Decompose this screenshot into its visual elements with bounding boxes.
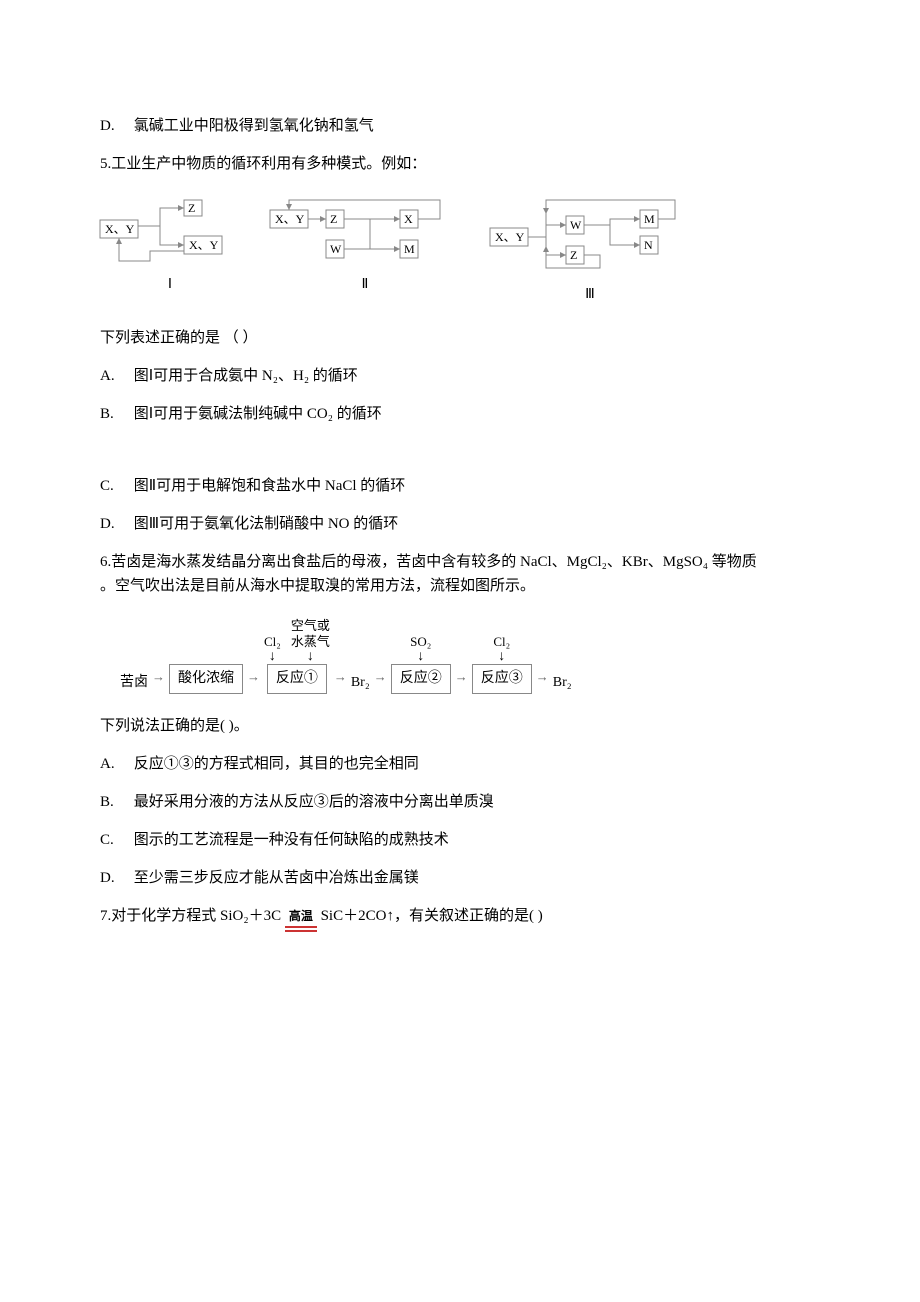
flow-in2: SO₂ <box>410 634 431 650</box>
arrow-right-icon: → <box>455 667 468 694</box>
q5-option-b: B. 图Ⅰ可用于氨碱法制纯碱中 CO₂ 的循环 <box>100 402 860 426</box>
box-xy: X、Y <box>105 222 135 236</box>
option-text: 图Ⅱ可用于电解饱和食盐水中 NaCl 的循环 <box>134 478 406 494</box>
q4-option-d: D. 氯碱工业中阳极得到氢氧化钠和氢气 <box>100 114 860 138</box>
q6-stem-2: 。空气吹出法是目前从海水中提取溴的常用方法，流程如图所示。 <box>100 578 535 594</box>
diagram-1: X、Y Z X、Y Ⅰ <box>100 196 240 296</box>
option-label: D. <box>100 866 130 890</box>
option-label: D. <box>100 114 130 138</box>
diagram-3: X、Y W Z M N <box>490 196 690 306</box>
q5-diagram: X、Y Z X、Y Ⅰ X、Y Z W <box>100 196 860 306</box>
flow-start: 苦卤 <box>120 672 148 694</box>
q6-flow-diagram: 苦卤 → 酸化浓缩 → Cl₂ ↓ 空气或 水蒸气 ↓ 反应① → Br₂ → … <box>100 618 860 694</box>
q6-option-b: B. 最好采用分液的方法从反应③后的溶液中分离出单质溴 <box>100 790 860 814</box>
q6-stem-1: 6.苦卤是海水蒸发结晶分离出食盐后的母液，苦卤中含有较多的 NaCl、MgCl₂… <box>100 554 757 570</box>
flow-step2: 反应① <box>267 664 327 694</box>
box-z: Z <box>188 201 195 215</box>
arrow-right-icon: → <box>334 667 347 694</box>
option-label: D. <box>100 512 130 536</box>
flow-mid1: Br₂ <box>351 672 370 694</box>
option-text: 图Ⅲ可用于氨氧化法制硝酸中 NO 的循环 <box>134 516 399 532</box>
option-label: A. <box>100 752 130 776</box>
flow-step1: 酸化浓缩 <box>169 664 243 694</box>
q7-stem: 7.对于化学方程式 SiO₂＋3C 高温 SiC＋2CO↑，有关叙述正确的是( … <box>100 904 860 928</box>
option-text: 最好采用分液的方法从反应③后的溶液中分离出单质溴 <box>134 794 494 810</box>
q5-option-d: D. 图Ⅲ可用于氨氧化法制硝酸中 NO 的循环 <box>100 512 860 536</box>
q7-stem-pre: 7.对于化学方程式 SiO₂＋3C <box>100 908 281 924</box>
q6-option-d: D. 至少需三步反应才能从苦卤中冶炼出金属镁 <box>100 866 860 890</box>
box-z: Z <box>330 212 337 226</box>
flow-step3: 反应② <box>391 664 451 694</box>
option-label: B. <box>100 790 130 814</box>
box-z: Z <box>570 248 577 262</box>
option-label: A. <box>100 364 130 388</box>
q7-stem-post: SiC＋2CO↑，有关叙述正确的是( ) <box>321 908 543 924</box>
diagram-3-label: Ⅲ <box>585 284 595 306</box>
option-text: 图示的工艺流程是一种没有任何缺陷的成熟技术 <box>134 832 449 848</box>
box-xy: X、Y <box>275 212 305 226</box>
box-m: M <box>644 212 655 226</box>
box-xy2: X、Y <box>189 238 219 252</box>
flow-step4: 反应③ <box>472 664 532 694</box>
q6-option-c: C. 图示的工艺流程是一种没有任何缺陷的成熟技术 <box>100 828 860 852</box>
arrow-down-icon: ↓ <box>307 650 314 664</box>
arrow-down-icon: ↓ <box>417 650 424 664</box>
option-label: C. <box>100 474 130 498</box>
arrow-down-icon: ↓ <box>269 650 276 664</box>
box-x: X <box>404 212 413 226</box>
option-label: B. <box>100 402 130 426</box>
flow-end: Br₂ <box>553 672 572 694</box>
flow-in1b-1: 空气或 <box>291 618 330 634</box>
arrow-right-icon: → <box>247 667 260 694</box>
option-text: 至少需三步反应才能从苦卤中冶炼出金属镁 <box>134 870 419 886</box>
arrow-right-icon: → <box>374 667 387 694</box>
flow-in1b-2: 水蒸气 <box>291 634 330 650</box>
q6-stem: 6.苦卤是海水蒸发结晶分离出食盐后的母液，苦卤中含有较多的 NaCl、MgCl₂… <box>100 550 860 598</box>
q5-option-a: A. 图Ⅰ可用于合成氨中 N₂、H₂ 的循环 <box>100 364 860 388</box>
option-text: 图Ⅰ可用于氨碱法制纯碱中 CO₂ 的循环 <box>134 406 382 422</box>
box-xy: X、Y <box>495 230 525 244</box>
option-text: 反应①③的方程式相同，其目的也完全相同 <box>134 756 419 772</box>
box-w: W <box>330 242 342 256</box>
arrow-down-icon: ↓ <box>498 650 505 664</box>
diagram-2-label: Ⅱ <box>362 274 369 296</box>
option-text: 氯碱工业中阳极得到氢氧化钠和氢气 <box>134 118 374 134</box>
diagram-1-label: Ⅰ <box>168 274 172 296</box>
option-text: 图Ⅰ可用于合成氨中 N₂、H₂ 的循环 <box>134 368 358 384</box>
arrow-right-icon: → <box>152 667 165 694</box>
diagram-2: X、Y Z W X M Ⅱ <box>270 196 460 296</box>
q5-prompt: 下列表述正确的是 （ ） <box>100 326 860 350</box>
reaction-condition: 高温 <box>285 907 317 926</box>
arrow-right-icon: → <box>536 667 549 694</box>
q5-stem: 5.工业生产中物质的循环利用有多种模式。例如： <box>100 152 860 176</box>
box-n: N <box>644 238 653 252</box>
box-w: W <box>570 218 582 232</box>
flow-in3: Cl₂ <box>493 634 510 650</box>
box-m: M <box>404 242 415 256</box>
q6-prompt: 下列说法正确的是( )。 <box>100 714 860 738</box>
flow-in1a: Cl₂ <box>264 634 281 650</box>
q5-option-c: C. 图Ⅱ可用于电解饱和食盐水中 NaCl 的循环 <box>100 474 860 498</box>
q6-option-a: A. 反应①③的方程式相同，其目的也完全相同 <box>100 752 860 776</box>
option-label: C. <box>100 828 130 852</box>
